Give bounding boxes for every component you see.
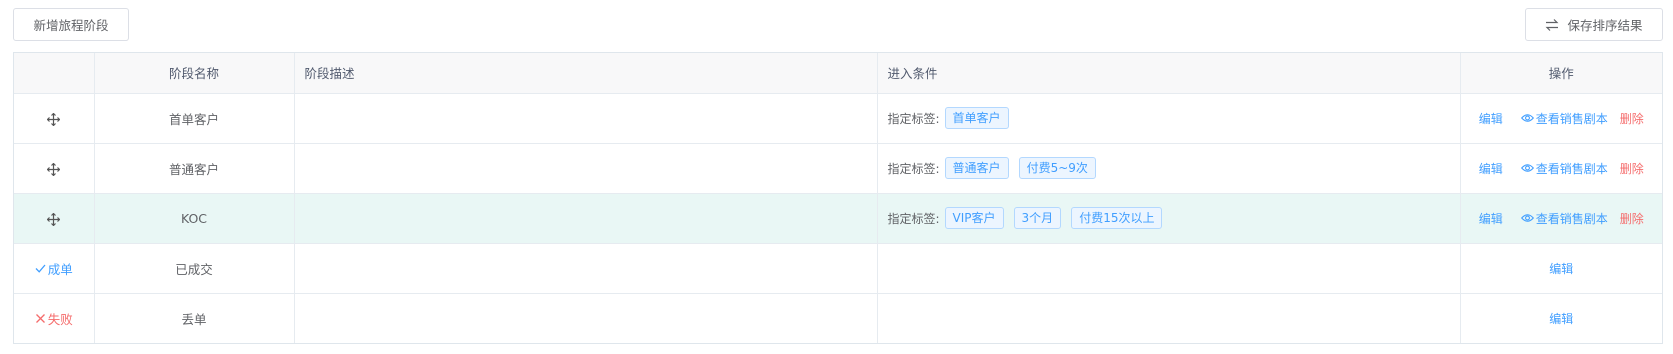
delete-link[interactable]: 删除 <box>1620 110 1644 127</box>
eye-icon <box>1520 114 1534 122</box>
table-row: 成单 已成交 编辑 <box>14 243 1662 294</box>
stage-name-cell: 首单客户 <box>94 93 295 144</box>
status-cell: 成单 <box>14 243 95 294</box>
stage-name-cell: 已成交 <box>94 243 295 294</box>
add-stage-button[interactable]: 新增旅程阶段 <box>13 8 129 41</box>
table-row: 首单客户 指定标签: 首单客户 编辑 查看销售剧本 删除 <box>14 93 1662 144</box>
condition-tag: 首单客户 <box>944 107 1009 129</box>
edit-link[interactable]: 编辑 <box>1549 260 1573 277</box>
edit-link[interactable]: 编辑 <box>1479 210 1503 227</box>
move-icon[interactable] <box>47 162 61 176</box>
drag-handle-cell[interactable] <box>14 93 95 144</box>
stage-desc-cell <box>294 143 878 194</box>
entry-condition-cell <box>877 293 1461 343</box>
condition-tag: VIP客户 <box>944 207 1004 229</box>
condition-label: 指定标签: <box>887 161 940 176</box>
view-playbook-label: 查看销售剧本 <box>1535 111 1608 126</box>
stage-desc-cell <box>294 243 878 294</box>
status-lost: 失败 <box>35 309 73 328</box>
stage-desc-cell <box>294 293 878 343</box>
status-won: 成单 <box>35 259 73 278</box>
stage-desc-cell <box>294 193 878 244</box>
swap-icon <box>1546 18 1559 31</box>
edit-link[interactable]: 编辑 <box>1479 110 1503 127</box>
stage-desc-cell <box>294 93 878 144</box>
edit-link[interactable]: 编辑 <box>1479 160 1503 177</box>
delete-link[interactable]: 删除 <box>1620 160 1644 177</box>
condition-label: 指定标签: <box>887 111 940 126</box>
status-lost-label: 失败 <box>47 311 73 327</box>
header-stage-name: 阶段名称 <box>94 53 295 94</box>
header-actions: 操作 <box>1460 53 1662 94</box>
view-playbook-link[interactable]: 查看销售剧本 <box>1520 160 1608 177</box>
x-icon <box>35 313 45 323</box>
condition-tag: 付费15次以上 <box>1071 207 1163 229</box>
stage-name-cell: 普通客户 <box>94 143 295 194</box>
condition-label: 指定标签: <box>887 211 940 226</box>
stage-name-cell: KOC <box>94 193 295 244</box>
delete-link[interactable]: 删除 <box>1620 210 1644 227</box>
header-drag <box>14 53 95 94</box>
stage-table: 阶段名称 阶段描述 进入条件 操作 首单客户 指定标签: 首单客户 编辑 查看销… <box>13 52 1663 344</box>
view-playbook-label: 查看销售剧本 <box>1535 211 1608 226</box>
view-playbook-link[interactable]: 查看销售剧本 <box>1520 110 1608 127</box>
entry-condition-cell: 指定标签: VIP客户 3个月 付费15次以上 <box>877 193 1461 244</box>
eye-icon <box>1520 164 1534 172</box>
stage-name-cell: 丢单 <box>94 293 295 343</box>
table-row: 失败 丢单 编辑 <box>14 293 1662 343</box>
view-playbook-label: 查看销售剧本 <box>1535 161 1608 176</box>
actions-cell: 编辑 查看销售剧本 删除 <box>1460 143 1662 194</box>
actions-cell: 编辑 查看销售剧本 删除 <box>1460 193 1662 244</box>
header-entry-condition: 进入条件 <box>877 53 1461 94</box>
journey-stage-page: 新增旅程阶段 保存排序结果 阶段名称 阶段描述 进入条件 操作 首单客户 指定标… <box>0 0 1673 354</box>
table-header-row: 阶段名称 阶段描述 进入条件 操作 <box>14 53 1662 94</box>
entry-condition-cell <box>877 243 1461 294</box>
condition-tag: 普通客户 <box>944 157 1009 179</box>
status-won-label: 成单 <box>47 261 73 277</box>
drag-handle-cell[interactable] <box>14 143 95 194</box>
header-stage-desc: 阶段描述 <box>294 53 878 94</box>
entry-condition-cell: 指定标签: 普通客户 付费5~9次 <box>877 143 1461 194</box>
check-icon <box>35 264 46 273</box>
actions-cell: 编辑 <box>1460 243 1662 294</box>
entry-condition-cell: 指定标签: 首单客户 <box>877 93 1461 144</box>
table-row: KOC 指定标签: VIP客户 3个月 付费15次以上 编辑 查看销售剧本 删除 <box>14 193 1662 244</box>
add-stage-label: 新增旅程阶段 <box>33 18 109 33</box>
drag-handle-cell[interactable] <box>14 193 95 244</box>
condition-tag: 3个月 <box>1013 207 1062 229</box>
condition-tag: 付费5~9次 <box>1018 157 1096 179</box>
edit-link[interactable]: 编辑 <box>1549 310 1573 327</box>
move-icon[interactable] <box>47 112 61 126</box>
actions-cell: 编辑 查看销售剧本 删除 <box>1460 93 1662 144</box>
move-icon[interactable] <box>47 212 61 226</box>
actions-cell: 编辑 <box>1460 293 1662 343</box>
view-playbook-link[interactable]: 查看销售剧本 <box>1520 210 1608 227</box>
eye-icon <box>1520 214 1534 222</box>
save-sort-button[interactable]: 保存排序结果 <box>1525 8 1663 41</box>
status-cell: 失败 <box>14 293 95 343</box>
table-row: 普通客户 指定标签: 普通客户 付费5~9次 编辑 查看销售剧本 删除 <box>14 143 1662 194</box>
save-sort-label: 保存排序结果 <box>1567 18 1643 33</box>
